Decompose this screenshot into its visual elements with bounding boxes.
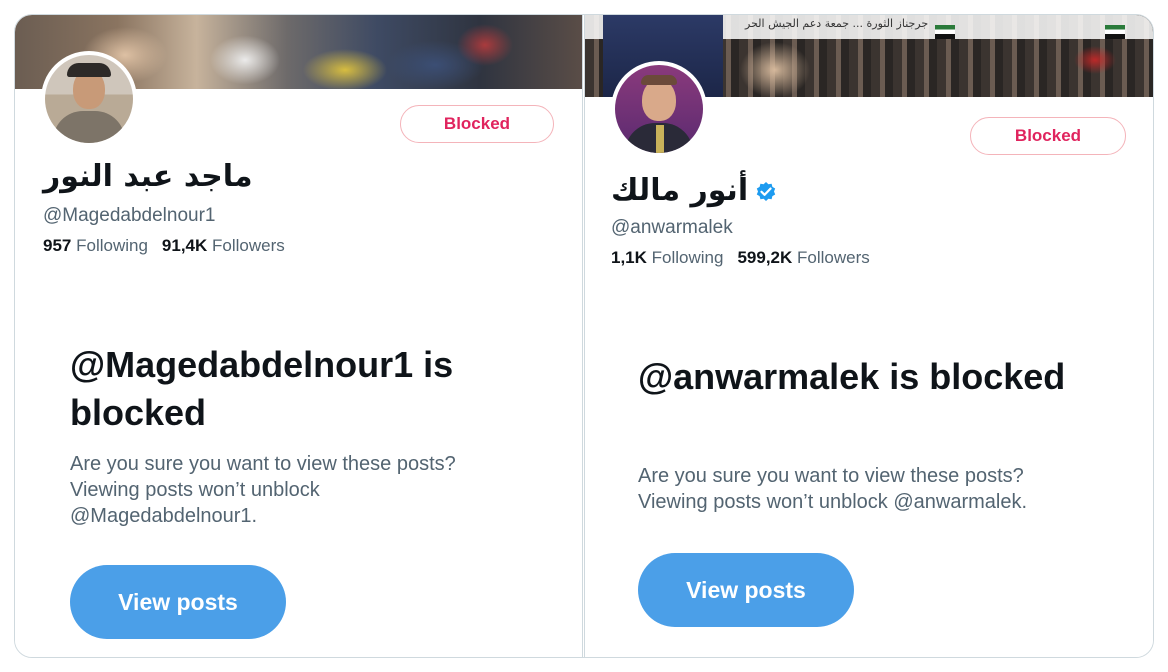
follow-stats: 957 Following 91,4K Followers [43,236,285,256]
view-posts-button[interactable]: View posts [70,565,286,639]
avatar[interactable] [611,61,707,157]
verified-badge-icon [756,182,776,201]
display-name: ماجد عبد النور [43,159,253,194]
blocked-description-line: Viewing posts won’t unblock [70,479,320,501]
following-count: 957 [43,236,72,255]
followers-count: 599,2K [737,248,793,267]
user-handle: @Magedabdelnour1 [43,205,216,226]
profile-panel-anwarmalek: جرجناز الثورة ... جمعة دعم الجيش الحر Bl… [584,15,1153,657]
following-count: 1,1K [611,248,647,267]
avatar-tie [656,125,664,153]
blocked-description: Are you sure you want to view these post… [638,463,1108,515]
followers-label: Followers [212,236,285,255]
follow-stats: 1,1K Following 599,2K Followers [611,248,870,268]
blocked-button[interactable]: Blocked [970,117,1126,155]
avatar-face [642,79,676,121]
avatar-hair [641,75,677,85]
followers-link[interactable]: 91,4K Followers [162,236,285,255]
blocked-description-line: Are you sure you want to view these post… [70,453,456,475]
flag-icon [935,25,955,39]
following-label: Following [76,236,148,255]
following-link[interactable]: 957 Following [43,236,148,255]
view-posts-button[interactable]: View posts [638,553,854,627]
blocked-description-line: @Magedabdelnour1. [70,505,258,527]
screenshot-frame: Blocked ماجد عبد النور @Magedabdelnour1 … [14,14,1154,658]
display-name: أنور مالك [611,173,749,208]
blocked-description: Are you sure you want to view these post… [70,451,500,529]
blocked-title: @Magedabdelnour1 is blocked [70,344,454,433]
blocked-title: @anwarmalek is blocked [638,356,1066,397]
banner-sign-text: جرجناز الثورة ... جمعة دعم الجيش الحر [745,17,929,30]
blocked-description-line: Viewing posts won’t unblock @anwarmalek. [638,491,1028,513]
profile-panel-magedabdelnour: Blocked ماجد عبد النور @Magedabdelnour1 … [15,15,583,657]
avatar-shirt [53,111,125,143]
blocked-button[interactable]: Blocked [400,105,554,143]
flag-icon [1105,25,1125,39]
following-link[interactable]: 1,1K Following [611,248,723,267]
following-label: Following [651,248,724,267]
blocked-description-line: Are you sure you want to view these post… [638,465,1024,487]
user-handle: @anwarmalek [611,217,733,238]
followers-link[interactable]: 599,2K Followers [737,248,869,267]
avatar[interactable] [41,51,137,147]
avatar-cap [67,63,111,77]
followers-count: 91,4K [161,236,208,255]
followers-label: Followers [797,248,870,267]
